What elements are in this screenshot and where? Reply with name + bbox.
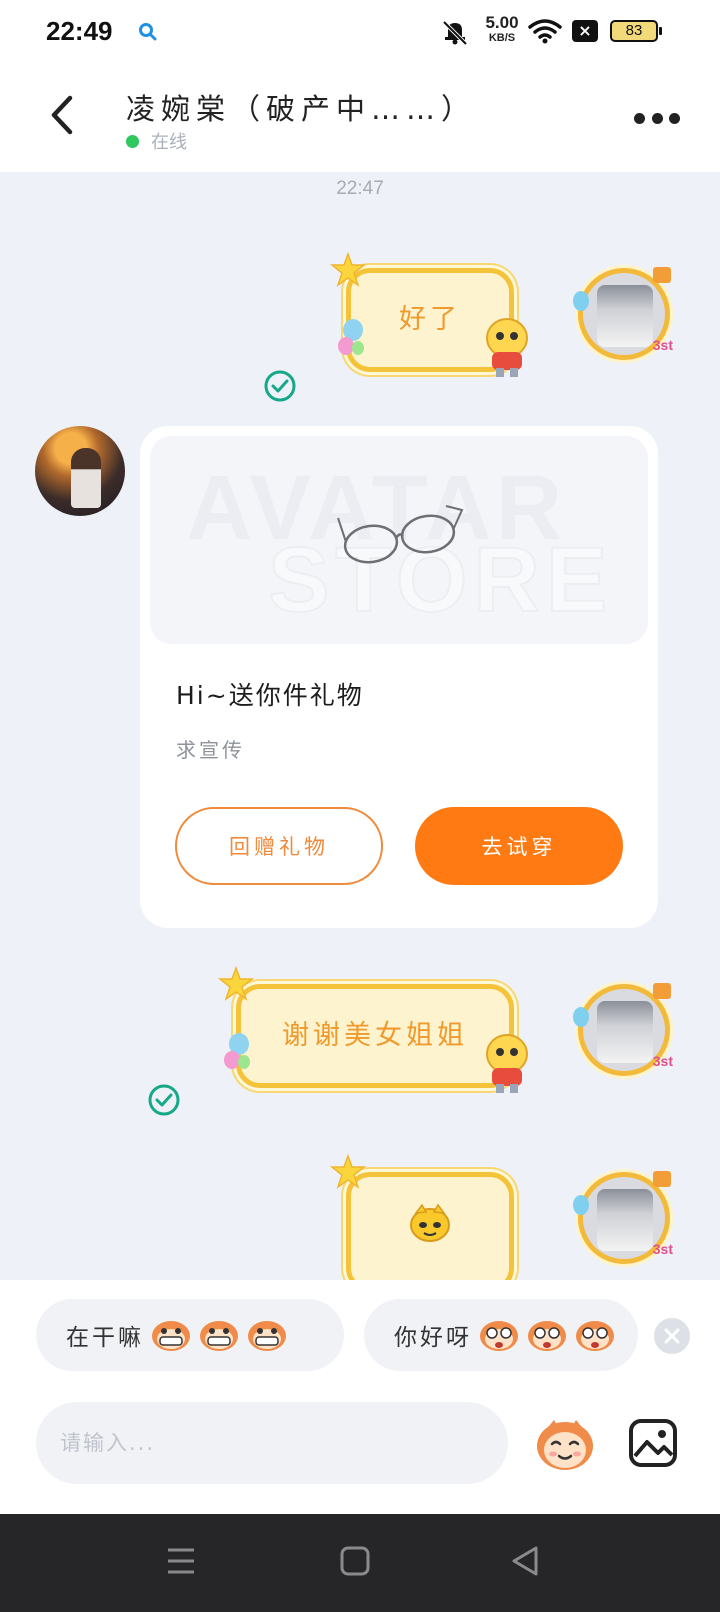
message-text: 谢谢美女姐姐 [282,1020,468,1051]
battery: 83 [610,20,662,42]
mascot-sticker-icon [486,318,528,377]
search-icon [139,23,157,41]
quick-reply-text: 在干嘛 [66,1325,144,1351]
monkey-emoji-icon [248,1321,286,1351]
system-nav-bar [0,1514,720,1612]
chat-header: 凌婉棠（破产中……） 在线 [0,66,720,172]
self-avatar[interactable]: 3st [573,1171,673,1264]
check-circle-icon [148,1084,180,1116]
balloon-decoration-icon [224,1033,250,1069]
balloon-decoration-icon [338,319,364,355]
quick-replies-bar: 在干嘛 你好呀 [0,1280,720,1378]
message-text: 好了 [399,304,461,335]
self-avatar[interactable]: 3st [573,983,673,1076]
status-bar: 22:49 5.00 KB/S × 83 [0,0,720,66]
monkey-emoji-icon [480,1321,518,1351]
close-icon: × [572,20,598,42]
monkey-emoji-icon [152,1321,190,1351]
image-icon[interactable] [628,1418,678,1468]
message-bubble[interactable]: 谢谢美女姐姐 [236,984,514,1088]
status-time: 22:49 [46,16,113,46]
sticker-bubble[interactable] [346,1172,514,1280]
contact-avatar[interactable] [35,426,125,516]
quick-reply-text: 你好呀 [394,1325,472,1351]
message-timestamp: 22:47 [336,178,384,199]
online-indicator [126,135,139,148]
check-circle-icon [264,370,296,402]
menu-icon[interactable] [166,1544,196,1578]
net-speed: 5.00 KB/S [480,14,524,44]
net-speed-unit: KB/S [488,32,516,44]
emoji-icon[interactable] [534,1416,596,1472]
try-on-button[interactable]: 去试穿 [415,807,623,885]
gift-image: AVATAR STORE [150,436,648,644]
glasses-icon [337,505,464,564]
back-icon[interactable] [40,90,84,140]
self-avatar[interactable]: 3st [573,267,673,360]
home-icon[interactable] [340,1544,370,1578]
quick-reply-2[interactable]: 你好呀 [364,1299,638,1371]
contact-name[interactable]: 凌婉棠（破产中……） [126,86,476,128]
more-icon[interactable] [634,110,680,126]
monkey-emoji-icon [576,1321,614,1351]
input-bar [0,1378,720,1514]
bell-off-icon [442,20,468,46]
mascot-sticker-icon [486,1034,528,1093]
back-triangle-icon[interactable] [510,1544,540,1578]
net-speed-value: 5.00 [485,13,519,32]
emoji-face-icon [410,1203,450,1242]
close-icon[interactable] [654,1318,690,1354]
gift-subtitle: 求宣传 [176,738,245,762]
monkey-emoji-icon [200,1321,238,1351]
star-decoration-icon [330,252,366,287]
wifi-icon [528,19,562,44]
gift-title: Hi~送你件礼物 [176,681,364,710]
star-decoration-icon [218,966,254,1001]
monkey-emoji-icon [528,1321,566,1351]
online-status: 在线 [151,132,187,153]
gift-card[interactable]: AVATAR STORE Hi~送你件礼物 求宣传 回赠礼物 去试穿 [140,426,658,928]
message-input[interactable] [36,1402,508,1484]
quick-reply-1[interactable]: 在干嘛 [36,1299,344,1371]
star-decoration-icon [330,1154,366,1189]
chat-area[interactable]: 22:47 好了 3st AVATAR STORE Hi~送你件礼物 求宣传 回… [0,172,720,1280]
return-gift-button[interactable]: 回赠礼物 [175,807,383,885]
